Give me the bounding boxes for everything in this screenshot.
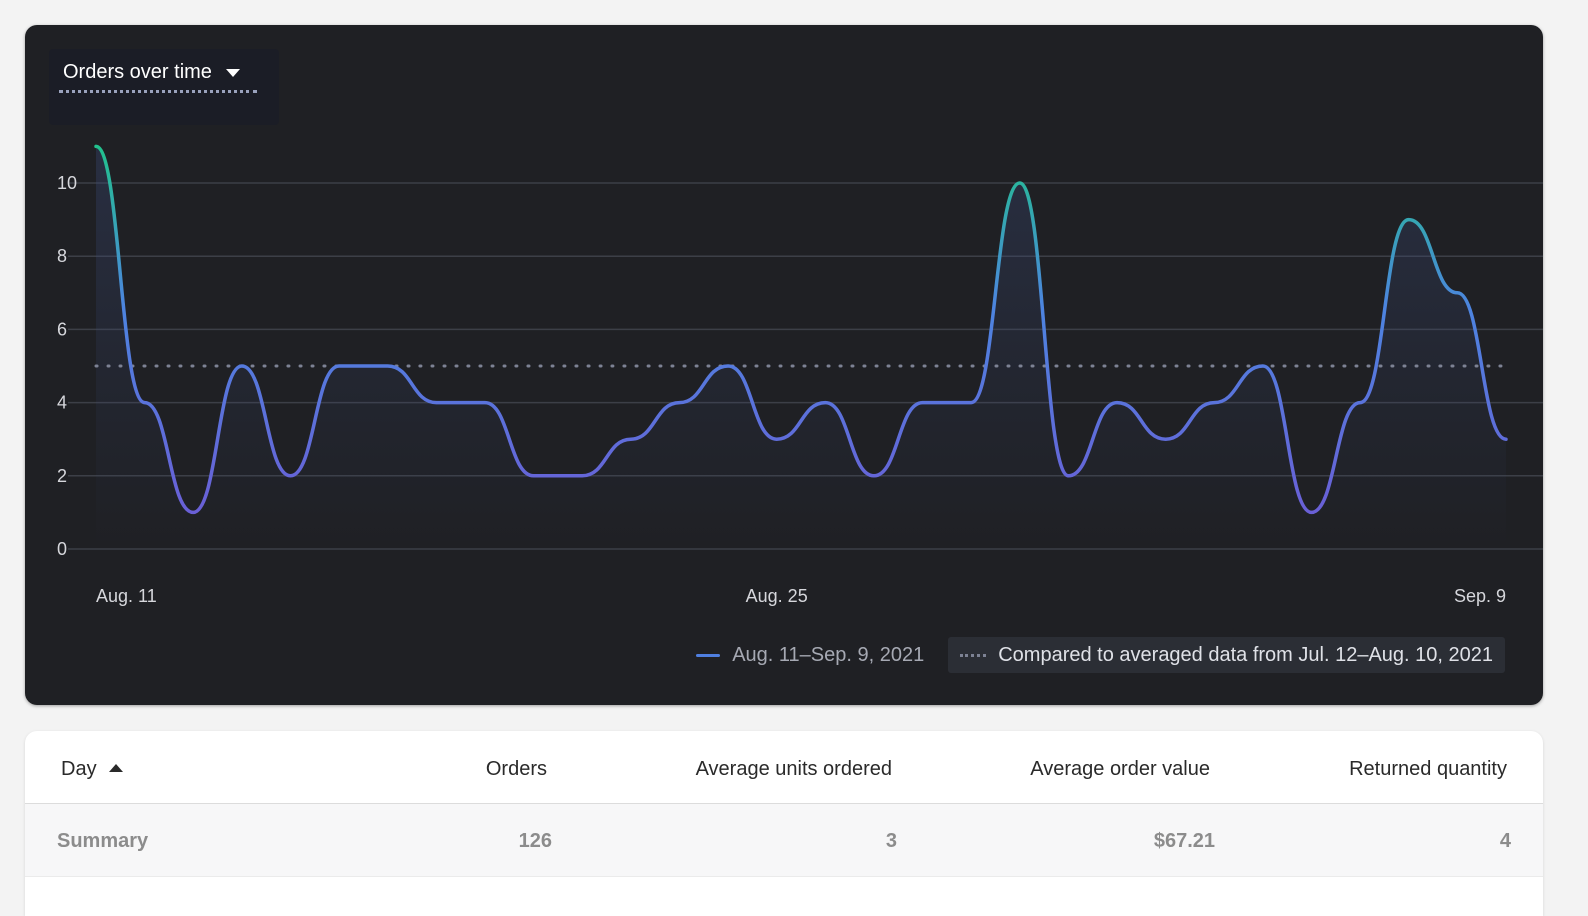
x-tick-label: Aug. 11 (96, 586, 157, 606)
data-point[interactable] (1257, 360, 1269, 372)
data-point[interactable] (382, 360, 394, 372)
data-point[interactable] (1111, 397, 1123, 409)
legend-compare-period[interactable]: Compared to averaged data from Jul. 12–A… (948, 637, 1505, 673)
column-header-average-units-ordered[interactable]: Average units ordered (696, 758, 892, 781)
data-point[interactable] (576, 470, 588, 482)
legend-compare-label: Compared to averaged data from Jul. 12–A… (998, 643, 1493, 666)
data-point[interactable] (90, 140, 102, 152)
summary-orders: 126 (518, 830, 552, 852)
data-point[interactable] (528, 470, 540, 482)
series-area (96, 146, 1506, 549)
data-point[interactable] (284, 470, 296, 482)
data-point[interactable] (1306, 506, 1318, 518)
y-tick-label: 2 (57, 466, 67, 486)
data-point[interactable] (673, 397, 685, 409)
data-point[interactable] (430, 397, 442, 409)
column-header-day-label: Day (61, 758, 97, 780)
data-point[interactable] (868, 470, 880, 482)
y-tick-label: 4 (57, 393, 67, 413)
legend-current-period[interactable]: Aug. 11–Sep. 9, 2021 (696, 644, 924, 667)
summary-average-order-value: $67.21 (1153, 830, 1215, 852)
x-tick-label: Sep. 9 (1454, 586, 1506, 606)
column-header-orders[interactable]: Orders (486, 758, 547, 781)
data-point[interactable] (917, 397, 929, 409)
data-point[interactable] (819, 397, 831, 409)
data-point[interactable] (139, 397, 151, 409)
data-point[interactable] (333, 360, 345, 372)
data-point[interactable] (236, 360, 248, 372)
table-header: Day Orders Average units ordered Average… (25, 731, 1543, 804)
data-point[interactable] (1403, 214, 1415, 226)
data-point[interactable] (1451, 287, 1463, 299)
data-point[interactable] (1208, 397, 1220, 409)
column-header-returned-quantity[interactable]: Returned quantity (1349, 758, 1507, 781)
summary-label: Summary (57, 830, 149, 852)
data-point[interactable] (1160, 433, 1172, 445)
title-dotted-underline (59, 90, 257, 93)
y-tick-label: 6 (57, 319, 67, 339)
legend-current-label: Aug. 11–Sep. 9, 2021 (732, 643, 925, 666)
chart-title: Orders over time (63, 61, 212, 83)
data-point[interactable] (1354, 397, 1366, 409)
orders-table-card: Day Orders Average units ordered Average… (25, 731, 1543, 916)
chart-legend: Aug. 11–Sep. 9, 2021 Compared to average… (696, 637, 1505, 673)
x-tick-label: Aug. 25 (746, 586, 808, 606)
y-tick-label: 0 (57, 539, 67, 559)
y-tick-label: 8 (57, 246, 67, 266)
orders-line-chart: 0 2 4 6 8 10 Aug. 11 Aug. 25 Sep. 9 (57, 140, 1543, 606)
sort-ascending-icon (108, 764, 123, 772)
summary-row: Summary 126 3 $67.21 4 (25, 804, 1543, 877)
data-point[interactable] (1500, 433, 1512, 445)
metric-selector-dropdown[interactable]: Orders over time (49, 49, 279, 125)
orders-chart-card: 0 2 4 6 8 10 Aug. 11 Aug. 25 Sep. 9 Orders over… (25, 25, 1543, 705)
data-point[interactable] (1062, 470, 1074, 482)
data-point[interactable] (722, 360, 734, 372)
dotted-line-icon (960, 653, 987, 657)
data-point[interactable] (771, 433, 783, 445)
data-point[interactable] (479, 397, 491, 409)
solid-line-icon (696, 653, 721, 657)
data-point[interactable] (625, 433, 637, 445)
caret-down-icon (225, 69, 240, 77)
column-header-day[interactable]: Day (61, 758, 123, 781)
y-tick-label: 10 (57, 173, 77, 193)
data-point[interactable] (965, 397, 977, 409)
summary-returned-quantity: 4 (1499, 830, 1511, 852)
column-header-average-order-value[interactable]: Average order value (1030, 758, 1210, 781)
summary-average-units: 3 (885, 830, 897, 852)
data-point[interactable] (1014, 177, 1026, 189)
data-point[interactable] (187, 506, 199, 518)
